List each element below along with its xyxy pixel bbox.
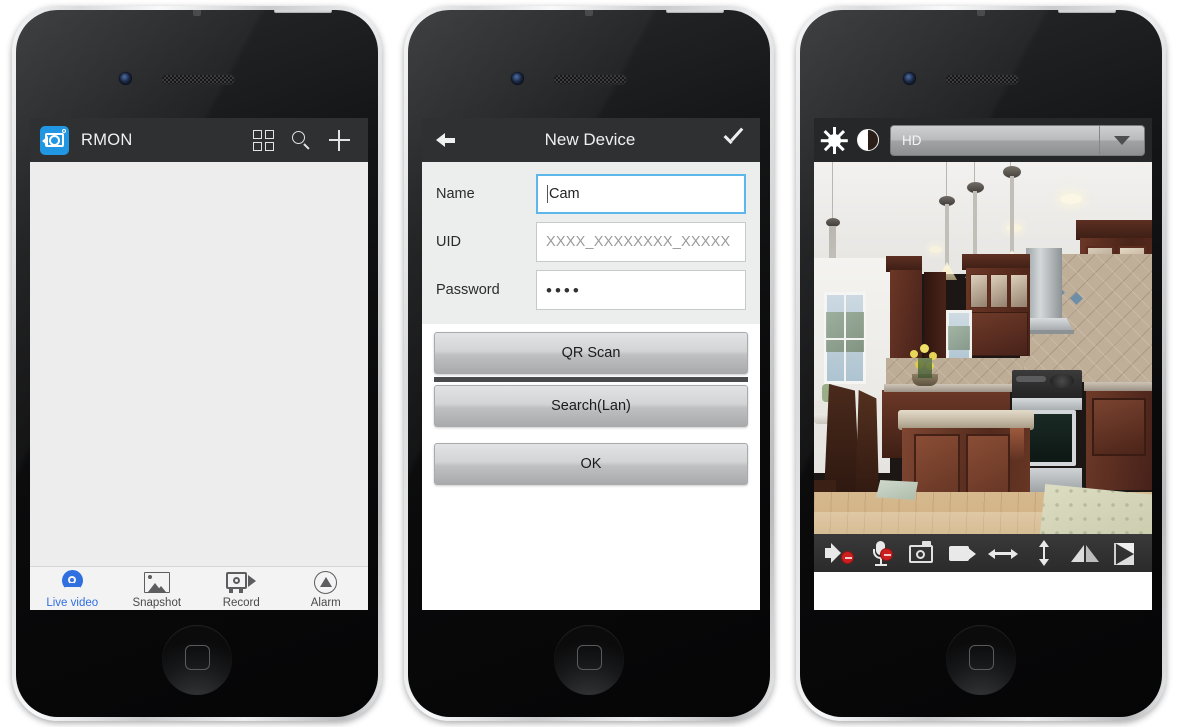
- top-antenna-notch: [193, 10, 201, 16]
- live-video-feed[interactable]: [814, 162, 1152, 572]
- password-input[interactable]: ••••: [536, 270, 746, 310]
- three-phone-mockup: RMON Live video Snapshot Record Alarm Ne…: [0, 0, 1177, 727]
- search-button[interactable]: [282, 118, 320, 162]
- name-input-value: Cam: [549, 186, 580, 202]
- record-icon[interactable]: [948, 540, 978, 566]
- phone-2-screen: New Device Name Cam UID XXXX_XXXXXXXX_XX…: [422, 118, 760, 610]
- alarm-warning-icon: [314, 568, 338, 596]
- contrast-icon[interactable]: [857, 129, 879, 151]
- tab-label: Snapshot: [132, 597, 182, 609]
- tab-label: Record: [222, 597, 260, 609]
- phone-device-3: HD: [796, 6, 1166, 721]
- page-title: New Device: [544, 130, 636, 149]
- microphone-mute-icon[interactable]: [866, 540, 896, 566]
- add-device-button[interactable]: [320, 118, 358, 162]
- device-list-empty[interactable]: [30, 162, 368, 566]
- password-label: Password: [436, 282, 500, 298]
- phone-1-screen: RMON Live video Snapshot Record Alarm: [30, 118, 368, 610]
- live-video-icon: [60, 568, 85, 596]
- quality-select[interactable]: HD: [890, 124, 1145, 156]
- tab-label: Live video: [46, 597, 99, 609]
- home-button[interactable]: [554, 625, 624, 695]
- phone-3-bezel: HD: [800, 10, 1162, 717]
- earpiece-speaker: [553, 74, 627, 85]
- new-device-form: Name Cam UID XXXX_XXXXXXXX_XXXXX Passwor…: [422, 162, 760, 324]
- phone-device-1: RMON Live video Snapshot Record Alarm: [12, 6, 382, 721]
- text-caret: [547, 185, 548, 203]
- grid-view-icon: [252, 129, 274, 151]
- earpiece-speaker: [945, 74, 1019, 85]
- password-input-value: ••••: [546, 280, 582, 300]
- form-row-password: Password ••••: [422, 266, 760, 314]
- brightness-sun-icon[interactable]: [820, 126, 848, 154]
- tab-alarm[interactable]: Alarm: [284, 567, 369, 610]
- photo-icon: [143, 568, 170, 596]
- chevron-down-icon: [1100, 135, 1144, 145]
- search-lan-button[interactable]: Search(Lan): [434, 385, 748, 427]
- top-antenna-notch: [585, 10, 593, 16]
- name-label: Name: [436, 186, 475, 202]
- uid-label: UID: [436, 234, 461, 250]
- camera-logo-icon: [40, 125, 69, 155]
- pan-horizontal-icon[interactable]: [988, 540, 1019, 566]
- speaker-mute-icon[interactable]: [825, 540, 855, 566]
- top-hardware-switch: [274, 10, 332, 13]
- top-hardware-switch: [666, 10, 724, 13]
- phone-3-screen: HD: [814, 118, 1152, 610]
- snapshot-icon[interactable]: [907, 540, 937, 566]
- app-bar: RMON: [30, 118, 368, 162]
- search-icon: [291, 130, 312, 151]
- video-top-bar: HD: [814, 118, 1152, 162]
- mirror-icon[interactable]: [1070, 540, 1100, 566]
- qr-scan-button[interactable]: QR Scan: [434, 332, 748, 374]
- phone-device-2: New Device Name Cam UID XXXX_XXXXXXXX_XX…: [404, 6, 774, 721]
- form-row-uid: UID XXXX_XXXXXXXX_XXXXX: [422, 218, 760, 266]
- home-button[interactable]: [162, 625, 232, 695]
- tab-record[interactable]: Record: [199, 567, 284, 610]
- name-input[interactable]: Cam: [536, 174, 746, 214]
- phone-2-bezel: New Device Name Cam UID XXXX_XXXXXXXX_XX…: [408, 10, 770, 717]
- back-arrow-icon[interactable]: [436, 130, 458, 150]
- tilt-vertical-icon[interactable]: [1029, 540, 1059, 566]
- home-button[interactable]: [946, 625, 1016, 695]
- tab-label: Alarm: [310, 597, 341, 609]
- tab-snapshot[interactable]: Snapshot: [115, 567, 200, 610]
- action-buttons: QR Scan Search(Lan) OK: [422, 324, 760, 485]
- front-camera-icon: [119, 72, 132, 85]
- tab-live-video[interactable]: Live video: [30, 567, 115, 610]
- uid-input[interactable]: XXXX_XXXXXXXX_XXXXX: [536, 222, 746, 262]
- plus-icon: [328, 129, 350, 151]
- button-gap: [434, 427, 748, 443]
- video-control-bar: [814, 534, 1152, 572]
- grid-view-button[interactable]: [244, 118, 282, 162]
- uid-input-placeholder: XXXX_XXXXXXXX_XXXXX: [546, 234, 731, 250]
- ok-button[interactable]: OK: [434, 443, 748, 485]
- nav-bar: New Device: [422, 118, 760, 162]
- form-row-name: Name Cam: [422, 170, 760, 218]
- checkmark-icon[interactable]: [722, 130, 746, 150]
- flip-icon[interactable]: [1111, 540, 1141, 566]
- front-camera-icon: [511, 72, 524, 85]
- bottom-tab-bar: Live video Snapshot Record Alarm: [30, 566, 368, 610]
- phone-1-bezel: RMON Live video Snapshot Record Alarm: [16, 10, 378, 717]
- top-antenna-notch: [977, 10, 985, 16]
- earpiece-speaker: [161, 74, 235, 85]
- video-camera-icon: [226, 568, 257, 596]
- quality-selected-value: HD: [902, 132, 922, 148]
- app-title: RMON: [81, 130, 133, 149]
- button-separator: [434, 377, 748, 382]
- front-camera-icon: [903, 72, 916, 85]
- kitchen-camera-image: [814, 162, 1152, 572]
- top-hardware-switch: [1058, 10, 1116, 13]
